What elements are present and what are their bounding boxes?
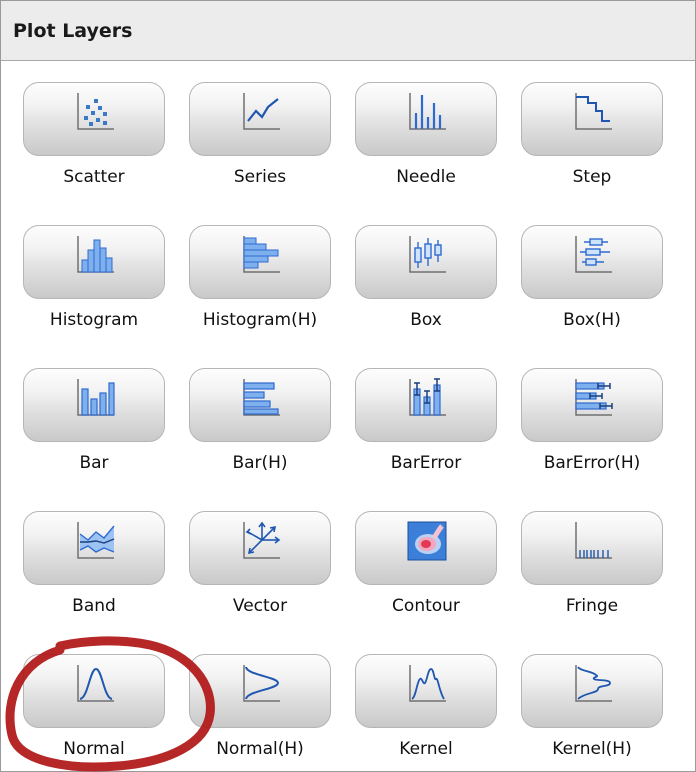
layer-label: Box(H)	[563, 310, 621, 330]
layer-needle[interactable]: Needle	[343, 62, 509, 198]
layer-series[interactable]: Series	[177, 62, 343, 198]
layer-label: Fringe	[565, 596, 619, 616]
layer-label: BarError	[390, 453, 462, 473]
band-button[interactable]	[23, 511, 165, 585]
histogram-h-button[interactable]	[189, 225, 331, 299]
layer-bar-h[interactable]: Bar(H)	[177, 348, 343, 484]
layer-label: Box	[410, 310, 442, 330]
layer-label: Kernel(H)	[552, 739, 632, 759]
contour-icon	[404, 518, 450, 564]
kernel-icon	[404, 661, 450, 707]
layer-label: Vector	[232, 596, 288, 616]
needle-button[interactable]	[355, 82, 497, 156]
histogram-button[interactable]	[23, 225, 165, 299]
normal-icon	[72, 661, 118, 707]
band-icon	[72, 518, 118, 564]
panel-header: Plot Layers	[1, 1, 695, 61]
layer-fringe[interactable]: Fringe	[509, 491, 675, 627]
layer-label: Band	[72, 596, 116, 616]
normal-h-icon	[238, 661, 284, 707]
bar-error-h-icon	[570, 375, 616, 421]
bar-h-icon	[238, 375, 284, 421]
scatter-icon	[72, 89, 118, 135]
layer-label: Normal(H)	[216, 739, 304, 759]
contour-button[interactable]	[355, 511, 497, 585]
layer-label: Bar	[79, 453, 109, 473]
layer-bar[interactable]: Bar	[11, 348, 177, 484]
panel-title: Plot Layers	[13, 19, 133, 42]
layer-normal-h[interactable]: Normal(H)	[177, 634, 343, 770]
normal-h-button[interactable]	[189, 654, 331, 728]
vector-icon	[238, 518, 284, 564]
kernel-h-button[interactable]	[521, 654, 663, 728]
layer-kernel[interactable]: Kernel	[343, 634, 509, 770]
histogram-h-icon	[238, 232, 284, 278]
layer-label: Kernel	[399, 739, 453, 759]
bar-icon	[72, 375, 118, 421]
layer-scatter[interactable]: Scatter	[11, 62, 177, 198]
bar-error-h-button[interactable]	[521, 368, 663, 442]
fringe-icon	[570, 518, 616, 564]
layer-histogram-h[interactable]: Histogram(H)	[177, 205, 343, 341]
layer-bar-error-h[interactable]: BarError(H)	[509, 348, 675, 484]
layer-contour[interactable]: Contour	[343, 491, 509, 627]
bar-h-button[interactable]	[189, 368, 331, 442]
layer-box[interactable]: Box	[343, 205, 509, 341]
kernel-button[interactable]	[355, 654, 497, 728]
series-button[interactable]	[189, 82, 331, 156]
layer-label: Series	[233, 167, 287, 187]
layer-label: Normal	[63, 739, 125, 759]
layer-step[interactable]: Step	[509, 62, 675, 198]
layer-label: Step	[572, 167, 612, 187]
layer-histogram[interactable]: Histogram	[11, 205, 177, 341]
vector-button[interactable]	[189, 511, 331, 585]
scatter-button[interactable]	[23, 82, 165, 156]
step-icon	[570, 89, 616, 135]
bar-error-button[interactable]	[355, 368, 497, 442]
layer-band[interactable]: Band	[11, 491, 177, 627]
layer-kernel-h[interactable]: Kernel(H)	[509, 634, 675, 770]
layer-label: BarError(H)	[543, 453, 641, 473]
histogram-icon	[72, 232, 118, 278]
bar-error-icon	[404, 375, 450, 421]
layer-label: Bar(H)	[232, 453, 288, 473]
layer-normal[interactable]: Normal	[11, 634, 177, 770]
layer-label: Needle	[396, 167, 456, 187]
fringe-button[interactable]	[521, 511, 663, 585]
step-button[interactable]	[521, 82, 663, 156]
plot-layer-grid: Scatter Series Needle Step Histogram His…	[1, 62, 695, 771]
normal-button[interactable]	[23, 654, 165, 728]
box-icon	[404, 232, 450, 278]
series-icon	[238, 89, 284, 135]
layer-box-h[interactable]: Box(H)	[509, 205, 675, 341]
layer-label: Scatter	[63, 167, 125, 187]
layer-label: Histogram(H)	[202, 310, 318, 330]
box-h-icon	[570, 232, 616, 278]
bar-button[interactable]	[23, 368, 165, 442]
layer-label: Contour	[392, 596, 460, 616]
needle-icon	[404, 89, 450, 135]
layer-vector[interactable]: Vector	[177, 491, 343, 627]
layer-bar-error[interactable]: BarError	[343, 348, 509, 484]
plot-layers-panel: Plot Layers Scatter Series Needle Step H…	[0, 0, 696, 772]
layer-label: Histogram	[49, 310, 139, 330]
box-button[interactable]	[355, 225, 497, 299]
kernel-h-icon	[570, 661, 616, 707]
box-h-button[interactable]	[521, 225, 663, 299]
